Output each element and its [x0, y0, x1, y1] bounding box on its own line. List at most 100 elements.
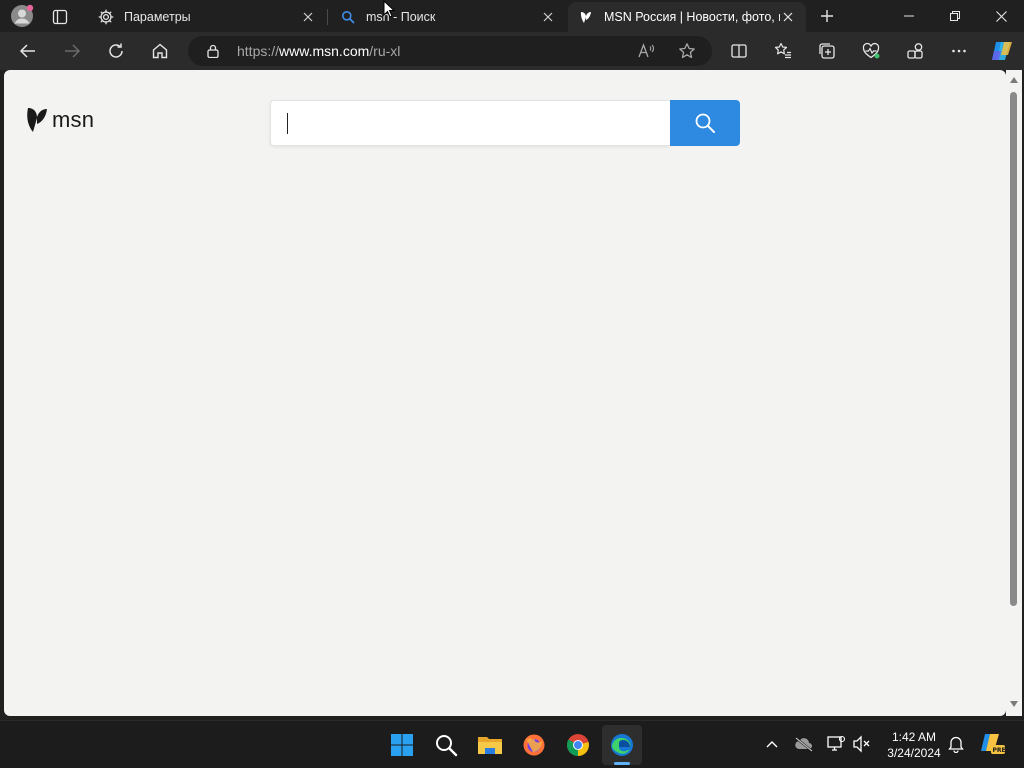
search-icon	[436, 735, 458, 757]
read-aloud-icon	[638, 43, 655, 58]
search-box[interactable]	[270, 100, 670, 146]
firefox-button[interactable]	[514, 725, 554, 765]
msn-butterfly-icon	[578, 9, 594, 25]
browser-toolbar: https://www.msn.com/ru-xl	[0, 32, 1024, 70]
url-host: www.msn.com	[279, 43, 370, 59]
windows-start-icon	[391, 734, 413, 756]
close-tab-icon[interactable]	[540, 9, 556, 25]
clock-time: 1:42 AM	[891, 730, 937, 744]
collections-button[interactable]	[812, 36, 842, 66]
home-button[interactable]	[145, 36, 175, 66]
network-tray-button[interactable]	[825, 733, 847, 755]
logo-text: msn	[52, 107, 95, 132]
new-tab-button[interactable]	[814, 4, 840, 28]
address-bar[interactable]: https://www.msn.com/ru-xl	[188, 36, 712, 66]
show-hidden-icons-button[interactable]	[761, 733, 783, 755]
bell-icon	[948, 736, 964, 753]
search-icon	[340, 9, 356, 25]
restore-button[interactable]	[932, 0, 978, 32]
edge-button[interactable]	[602, 725, 642, 765]
taskbar-search-button[interactable]	[426, 725, 466, 765]
lock-icon[interactable]	[206, 44, 220, 58]
refresh-button[interactable]	[101, 36, 131, 66]
windows-taskbar: 1:42 AM 3/24/2024 PRE	[0, 720, 1024, 768]
tab-msn-search[interactable]: msn - Поиск	[330, 2, 566, 32]
scroll-down-arrow-icon[interactable]	[1009, 700, 1019, 708]
scroll-thumb[interactable]	[1010, 92, 1017, 606]
split-screen-icon	[731, 44, 747, 58]
browser-essentials-button[interactable]	[856, 36, 886, 66]
close-icon	[995, 10, 1007, 22]
copilot-icon	[992, 42, 1012, 60]
tab-title: Параметры	[124, 10, 191, 24]
system-clock[interactable]: 1:42 AM 3/24/2024	[878, 729, 950, 761]
scroll-up-arrow-icon[interactable]	[1009, 76, 1019, 84]
forward-button[interactable]	[57, 36, 87, 66]
avatar-icon	[11, 4, 34, 27]
svg-text:PRE: PRE	[993, 747, 1006, 754]
copilot-button[interactable]	[986, 36, 1018, 66]
collections-icon	[819, 43, 835, 59]
mouse-cursor-icon	[383, 0, 395, 18]
extensions-button[interactable]	[900, 36, 930, 66]
tab-actions-button[interactable]	[48, 6, 72, 28]
edge-icon	[611, 734, 633, 756]
tab-msn-russia[interactable]: MSN Россия | Новости, фото, погода	[568, 2, 806, 32]
vertical-tabs-icon	[52, 9, 68, 25]
tab-title: MSN Россия | Новости, фото, погода	[604, 10, 780, 24]
volume-muted-icon	[853, 735, 870, 753]
gear-icon	[98, 9, 114, 25]
close-tab-icon[interactable]	[780, 9, 796, 25]
clock-date: 3/24/2024	[887, 746, 941, 760]
url-protocol: https://	[237, 43, 280, 59]
network-icon	[827, 735, 846, 751]
chrome-button[interactable]	[558, 725, 598, 765]
arrow-right-icon	[65, 44, 81, 58]
search-button[interactable]	[670, 100, 740, 146]
read-aloud-button[interactable]	[632, 36, 662, 66]
copilot-preview-button[interactable]: PRE	[979, 733, 1007, 755]
search-input[interactable]	[285, 111, 659, 137]
favorite-button[interactable]	[672, 36, 702, 66]
more-options-button[interactable]	[944, 36, 974, 66]
file-explorer-icon	[478, 737, 502, 754]
extensions-icon	[907, 43, 923, 59]
close-window-button[interactable]	[978, 0, 1024, 32]
notifications-button[interactable]	[945, 733, 967, 755]
start-button[interactable]	[382, 725, 422, 765]
msn-butterfly-logo-icon	[27, 108, 47, 132]
volume-tray-button[interactable]	[851, 733, 873, 755]
star-icon	[679, 43, 695, 59]
onedrive-tray-button[interactable]	[793, 733, 815, 755]
favorites-list-icon	[774, 42, 791, 59]
tab-settings[interactable]: Параметры	[88, 2, 326, 32]
tab-divider	[327, 9, 328, 25]
firefox-icon	[523, 734, 545, 756]
plus-icon	[821, 10, 833, 22]
vertical-scrollbar[interactable]	[1006, 70, 1022, 716]
page-content: msn	[4, 70, 1006, 716]
profile-avatar[interactable]	[8, 4, 36, 28]
home-icon	[152, 43, 168, 59]
refresh-icon	[109, 43, 123, 58]
onedrive-offline-icon	[795, 737, 813, 752]
split-screen-button[interactable]	[724, 36, 754, 66]
url-path: /ru-xl	[369, 43, 401, 59]
url-text[interactable]: https://www.msn.com/ru-xl	[237, 43, 400, 59]
file-explorer-button[interactable]	[470, 725, 510, 765]
favorites-button[interactable]	[768, 36, 798, 66]
minimize-icon	[904, 15, 914, 17]
close-tab-icon[interactable]	[300, 9, 316, 25]
minimize-button[interactable]	[886, 0, 932, 32]
arrow-left-icon	[19, 44, 35, 58]
tab-strip: Параметры msn - Поиск MSN Россия | Новос…	[0, 0, 1024, 32]
back-button[interactable]	[13, 36, 43, 66]
text-caret	[287, 113, 288, 134]
search-icon	[695, 113, 715, 133]
heart-pulse-icon	[862, 42, 880, 59]
active-app-indicator	[614, 762, 630, 765]
chrome-icon	[567, 734, 589, 756]
ellipsis-icon	[952, 49, 966, 53]
chevron-up-icon	[766, 741, 778, 748]
msn-logo[interactable]: msn	[26, 106, 94, 134]
